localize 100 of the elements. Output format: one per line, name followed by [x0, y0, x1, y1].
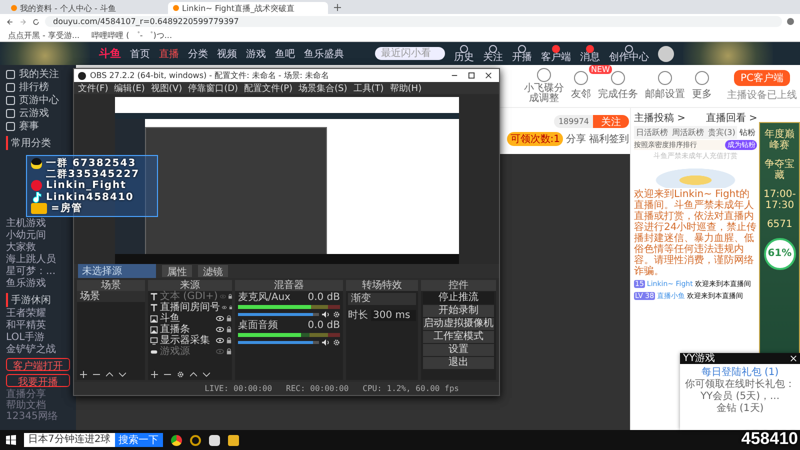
- lock-icon[interactable]: [226, 326, 232, 333]
- category-link[interactable]: 大家救: [6, 242, 36, 253]
- lock-icon[interactable]: [226, 348, 232, 355]
- address-bar[interactable]: douyu.com/4584107_r=0.6489220599779397: [45, 16, 782, 27]
- nav-item[interactable]: 直播: [159, 46, 179, 60]
- nav-item[interactable]: 首页: [130, 46, 150, 60]
- up-icon[interactable]: [190, 371, 197, 378]
- down-icon[interactable]: [119, 371, 126, 378]
- nav-item[interactable]: 鱼乐盛典: [304, 46, 344, 60]
- share-link[interactable]: 分享: [566, 132, 586, 146]
- sidebar-item[interactable]: 排行榜: [6, 81, 49, 93]
- ring-icon[interactable]: [695, 71, 709, 85]
- reload-icon[interactable]: [32, 18, 40, 26]
- back-icon[interactable]: [6, 18, 14, 26]
- claim-badge[interactable]: 可领次数:1: [507, 132, 563, 146]
- menu-item[interactable]: 配置文件(P): [244, 82, 293, 94]
- category-link[interactable]: 主机游戏: [6, 218, 46, 229]
- source-toolbar-button[interactable]: 属性: [162, 265, 192, 277]
- search-button[interactable]: 搜索一下: [114, 433, 163, 447]
- ring-icon[interactable]: [574, 71, 588, 85]
- menu-item[interactable]: 工具(T): [353, 82, 384, 94]
- category-link[interactable]: 星可梦：...: [6, 266, 56, 277]
- rank-tab[interactable]: 贵宾(3): [706, 126, 738, 139]
- lock-icon[interactable]: [228, 304, 232, 311]
- settings-icon[interactable]: [177, 371, 184, 378]
- scene-item[interactable]: 场景: [77, 291, 145, 302]
- add-icon[interactable]: [151, 371, 158, 378]
- menu-item[interactable]: 视图(V): [150, 82, 182, 94]
- app-icon[interactable]: [228, 434, 239, 446]
- remove-icon[interactable]: [93, 371, 100, 378]
- nav-item[interactable]: 视频: [217, 46, 237, 60]
- sidebar-item[interactable]: 我的关注: [6, 68, 59, 80]
- menu-item[interactable]: 文件(F): [78, 82, 108, 94]
- site-logo[interactable]: 斗鱼: [99, 46, 121, 61]
- header-tool[interactable]: 客户端: [541, 44, 571, 62]
- remove-icon[interactable]: [164, 371, 171, 378]
- header-tool[interactable]: 创作中心: [609, 44, 649, 62]
- menu-item[interactable]: 帮助(H): [390, 82, 422, 94]
- browser-tab[interactable]: Linkin~ Fight直播_战术突破直: [168, 2, 328, 14]
- category-link[interactable]: 王者荣耀: [6, 308, 46, 319]
- control-button[interactable]: 开始录制: [423, 305, 494, 317]
- sidebar-button[interactable]: 我要开播: [6, 374, 70, 387]
- speaker-icon[interactable]: [322, 339, 330, 346]
- nav-item[interactable]: 鱼吧: [275, 46, 295, 60]
- source-item[interactable]: 直播条: [160, 324, 214, 335]
- speaker-icon[interactable]: [322, 311, 330, 318]
- browser-tab[interactable]: 我的资料 - 个人中心 - 斗鱼: [6, 2, 166, 14]
- maximize-icon[interactable]: [468, 72, 475, 79]
- new-tab-icon[interactable]: [334, 4, 341, 11]
- control-button[interactable]: 启动虚拟摄像机: [423, 318, 494, 330]
- header-tool[interactable]: 关注: [483, 44, 503, 62]
- lock-icon[interactable]: [228, 293, 232, 300]
- control-button[interactable]: 退出: [423, 357, 494, 369]
- ring-icon[interactable]: [658, 71, 672, 85]
- lock-icon[interactable]: [226, 337, 232, 344]
- profile-icon[interactable]: [787, 18, 794, 25]
- browser-icon[interactable]: [170, 434, 182, 446]
- category-link[interactable]: 金铲铲之战: [6, 344, 56, 355]
- menu-item[interactable]: 停靠窗口(D): [188, 82, 238, 94]
- rank-tab[interactable]: 日活跃榜: [634, 126, 670, 139]
- close-icon[interactable]: [485, 72, 492, 79]
- nav-item[interactable]: 游戏: [246, 46, 266, 60]
- category-link[interactable]: 鱼乐游戏: [6, 278, 46, 289]
- duration-field[interactable]: 300 ms: [371, 310, 416, 320]
- up-icon[interactable]: [106, 371, 113, 378]
- settings-icon[interactable]: [333, 311, 340, 318]
- bookmark[interactable]: 点点开黑 - 享受游...: [8, 30, 80, 40]
- category-link[interactable]: 和平精英: [6, 320, 46, 331]
- menu-item[interactable]: 场景集合(S): [298, 82, 348, 94]
- source-toolbar-button[interactable]: 滤镜: [198, 265, 228, 277]
- down-icon[interactable]: [203, 371, 210, 378]
- volume-slider[interactable]: [238, 313, 319, 316]
- app-icon[interactable]: [208, 434, 220, 446]
- control-button[interactable]: 工作室模式: [423, 331, 494, 343]
- header-tool[interactable]: 历史: [454, 44, 474, 62]
- rank-tab[interactable]: 周活跃榜: [670, 126, 706, 139]
- category-link[interactable]: LOL手游: [6, 332, 45, 343]
- sidebar-item[interactable]: 页游中心: [6, 94, 59, 106]
- start-icon[interactable]: [6, 435, 16, 445]
- app-icon[interactable]: [190, 434, 201, 446]
- rank-tab[interactable]: 钻粉: [737, 126, 758, 139]
- bookmark[interactable]: 哔哩哔哩 ( ゜- ゜)つ...: [92, 30, 172, 40]
- ring-icon[interactable]: [537, 68, 551, 82]
- menu-item[interactable]: 编辑(E): [114, 82, 145, 94]
- nav-item[interactable]: 分类: [188, 46, 208, 60]
- source-item[interactable]: 游戏源: [160, 346, 214, 357]
- checkin-link[interactable]: 福利签到: [589, 132, 629, 146]
- panel-link[interactable]: 直播回看 >: [706, 111, 758, 125]
- sidebar-item[interactable]: 云游戏: [6, 107, 49, 119]
- lock-icon[interactable]: [226, 315, 232, 322]
- source-item[interactable]: 斗鱼: [160, 313, 214, 324]
- transition-dropdown[interactable]: 渐变: [348, 293, 416, 305]
- avatar-icon[interactable]: [658, 46, 674, 62]
- category-link[interactable]: 海上跳人员: [6, 254, 56, 265]
- source-item[interactable]: 文本 (GDI+): [160, 291, 218, 302]
- header-tool[interactable]: 消息: [580, 44, 600, 62]
- header-tool[interactable]: 开播: [512, 44, 532, 62]
- add-icon[interactable]: [80, 371, 87, 378]
- sidebar-button[interactable]: 客户端打开: [6, 358, 70, 371]
- control-button[interactable]: 停止推流: [423, 292, 494, 304]
